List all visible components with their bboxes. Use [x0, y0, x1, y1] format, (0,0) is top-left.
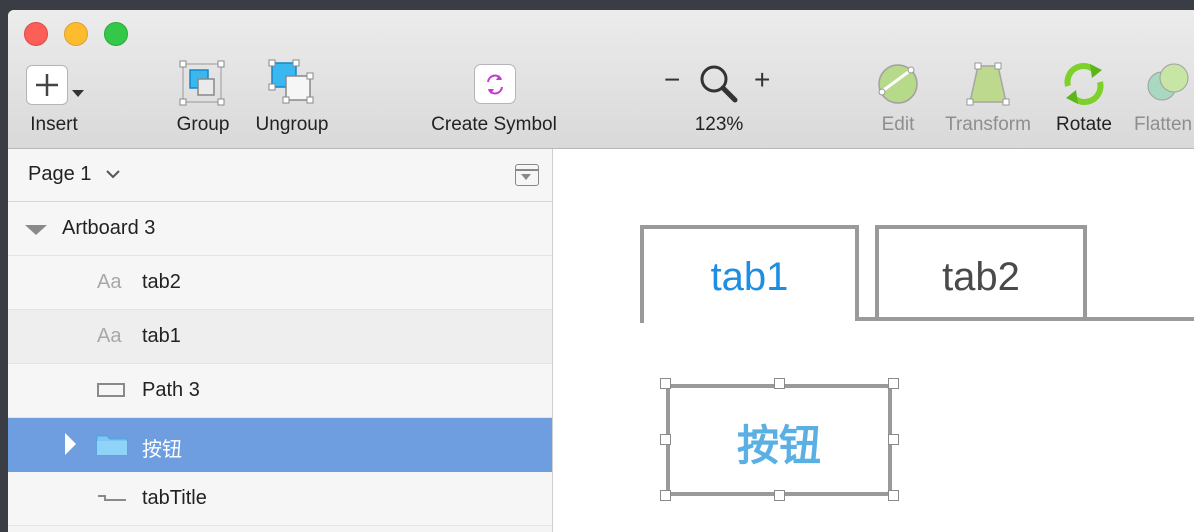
minimize-window-button[interactable] [64, 22, 88, 46]
edit-shape-icon [878, 64, 918, 104]
resize-handle-bl[interactable] [660, 490, 671, 501]
layer-label: tabTitle [142, 487, 207, 509]
plus-icon [26, 65, 68, 105]
layers-sidebar: Page 1 Artboard 3 Aa tab2 Aa tab1 Path 3… [8, 149, 553, 532]
page-name: Page 1 [28, 163, 92, 185]
path-line-icon [98, 495, 126, 501]
chevron-down-icon [72, 90, 84, 97]
symbol-icon [474, 64, 516, 104]
artboard-name: Artboard 3 [62, 217, 156, 239]
layer-row-selected[interactable]: 按钮 [8, 418, 552, 472]
zoom-out-button[interactable]: − [664, 64, 680, 96]
layer-row[interactable]: tabTitle [8, 472, 552, 526]
tab-underline [855, 317, 1194, 321]
ungroup-icon [268, 59, 314, 104]
text-layer-icon: Aa [97, 325, 122, 347]
rotate-label: Rotate [1056, 114, 1112, 135]
ungroup-label: Ungroup [255, 114, 329, 135]
group-label: Group [176, 114, 230, 135]
create-symbol-label: Create Symbol [431, 114, 557, 135]
tab-1[interactable]: tab1 [640, 225, 859, 319]
resize-handle-tl[interactable] [660, 378, 671, 389]
insert-label: Insert [30, 114, 78, 135]
layer-row[interactable]: Aa tab2 [8, 256, 552, 310]
rotate-icon [1064, 63, 1104, 105]
edit-label: Edit [881, 114, 915, 135]
layer-row[interactable]: Aa tab1 [8, 310, 552, 364]
chevron-down-icon [106, 170, 120, 179]
toolbar: Insert Group Ungroup Create Symbol − + 1… [8, 10, 1194, 149]
resize-handle-t[interactable] [774, 378, 785, 389]
text-layer-icon: Aa [97, 271, 122, 293]
magnifier-icon [700, 65, 738, 103]
canvas-button[interactable]: 按钮 [666, 384, 892, 496]
resize-handle-br[interactable] [888, 490, 899, 501]
page-selector[interactable]: Page 1 [8, 149, 552, 202]
resize-handle-tr[interactable] [888, 378, 899, 389]
layer-row[interactable]: Path 3 [8, 364, 552, 418]
resize-handle-l[interactable] [660, 434, 671, 445]
canvas-button-label: 按钮 [736, 422, 821, 469]
disclosure-right-icon[interactable] [65, 433, 76, 455]
layer-label: tab1 [142, 325, 181, 347]
disclosure-down-icon [25, 225, 47, 235]
design-canvas[interactable]: tab1 tab2 按钮 [553, 149, 1194, 532]
folder-icon [96, 435, 128, 456]
rectangle-shape-icon [97, 383, 125, 397]
tab-1-label: tab1 [710, 255, 789, 299]
transform-label: Transform [945, 114, 1031, 135]
maximize-window-button[interactable] [104, 22, 128, 46]
zoom-level: 123% [694, 114, 744, 135]
layer-artboard[interactable]: Artboard 3 [8, 202, 552, 256]
layer-label: Path 3 [142, 379, 200, 401]
resize-handle-r[interactable] [888, 434, 899, 445]
transform-icon [966, 62, 1010, 106]
group-icon [179, 60, 225, 106]
layer-label: tab2 [142, 271, 181, 293]
app-window: Insert Group Ungroup Create Symbol − + 1… [8, 10, 1194, 532]
flatten-icon [1147, 63, 1189, 101]
close-window-button[interactable] [24, 22, 48, 46]
tab-underline-left [640, 319, 644, 323]
flatten-label: Flatten [1134, 114, 1193, 135]
collapse-pages-button[interactable] [515, 164, 539, 186]
zoom-in-button[interactable]: + [754, 64, 770, 96]
layer-label: 按钮 [142, 439, 182, 461]
tab-2[interactable]: tab2 [875, 225, 1087, 321]
resize-handle-b[interactable] [774, 490, 785, 501]
tab-2-label: tab2 [942, 255, 1020, 299]
